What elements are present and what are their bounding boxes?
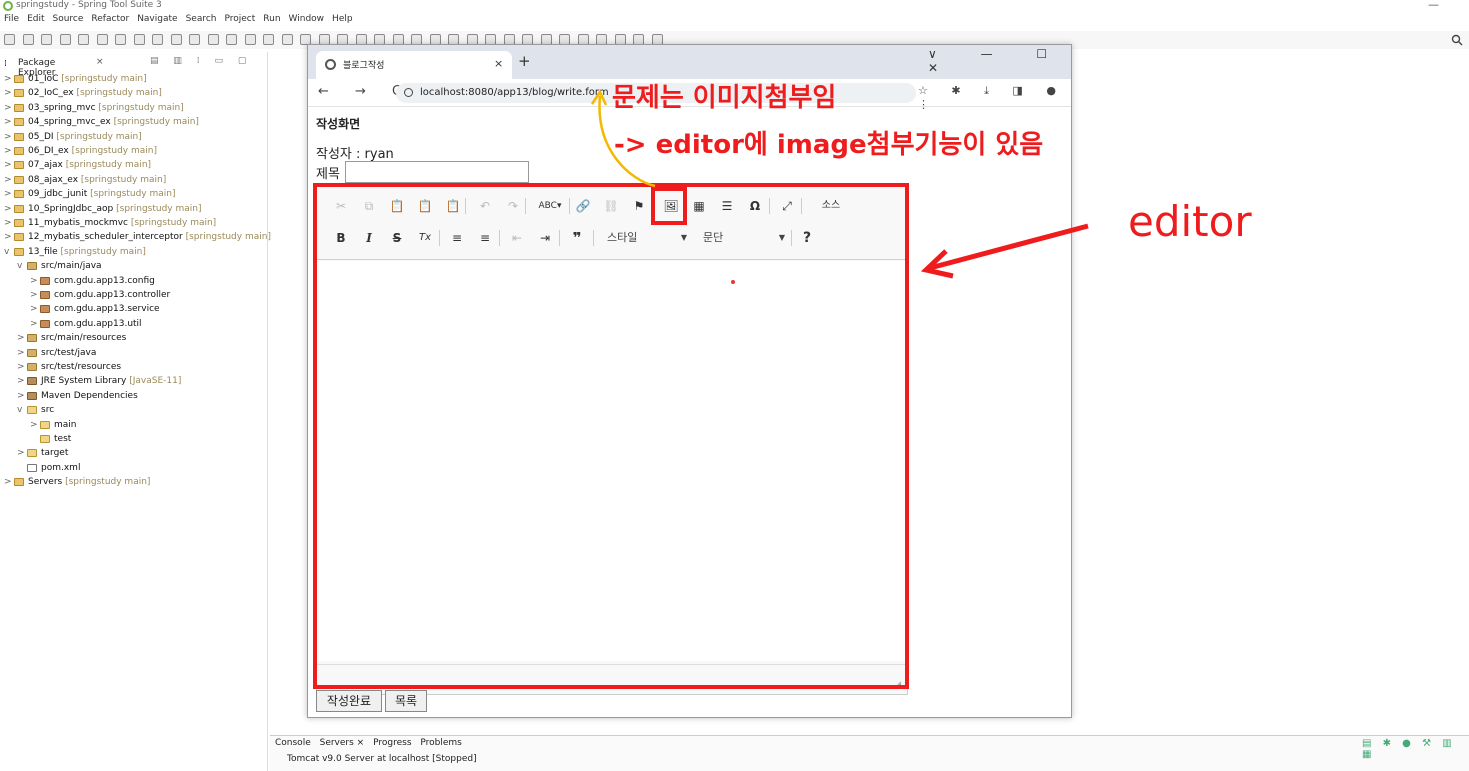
yellow-curved-arrow [598, 95, 656, 188]
annotation-arrows [590, 89, 1089, 279]
red-arrow-line [929, 223, 1089, 271]
